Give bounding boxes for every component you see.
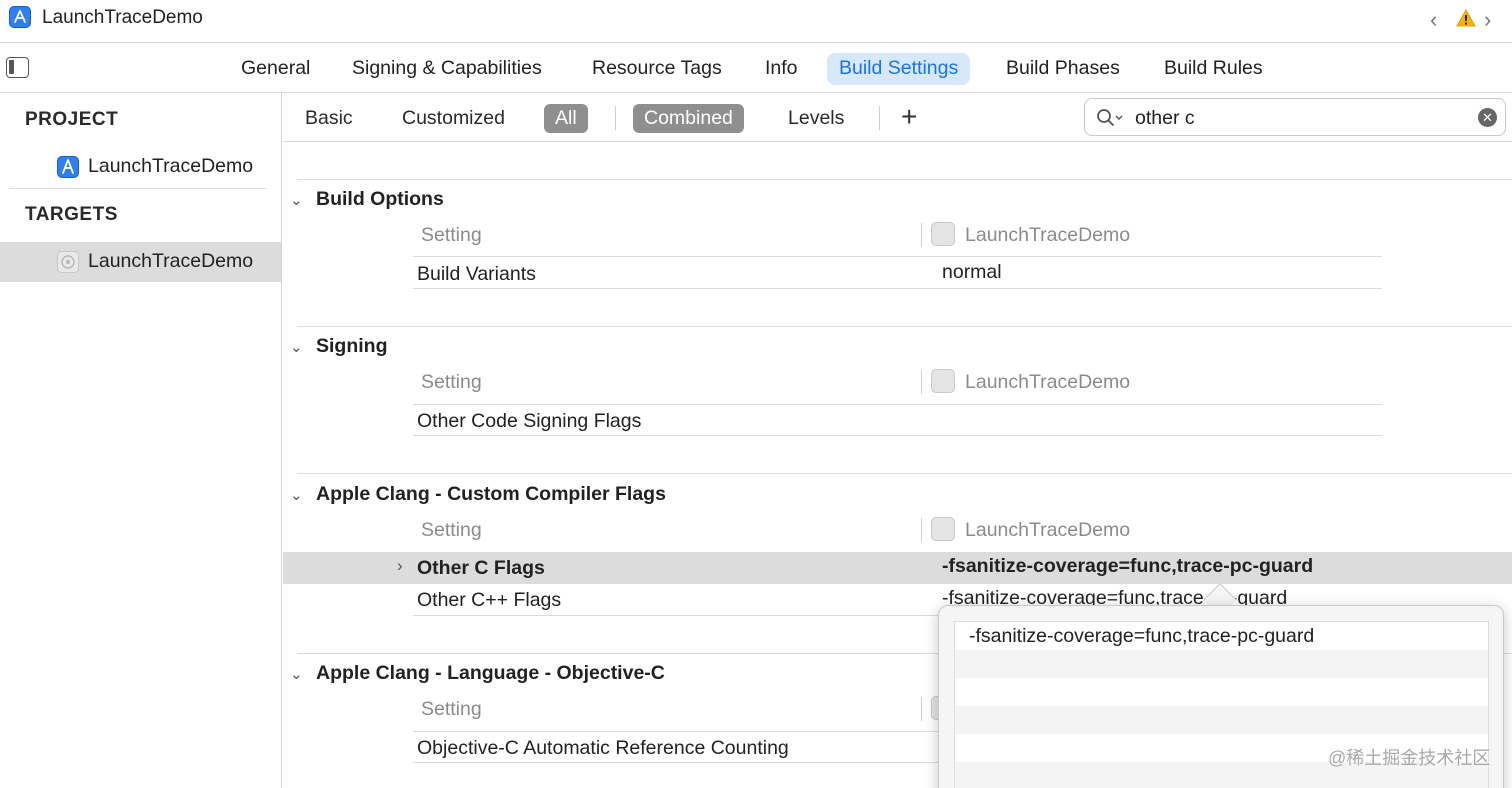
sidebar-item-label: LaunchTraceDemo xyxy=(88,155,254,177)
row-divider xyxy=(413,404,1382,405)
row-divider xyxy=(413,583,1382,584)
filter-combined-button[interactable]: Combined xyxy=(633,104,744,133)
chevron-down-icon[interactable]: ⌄ xyxy=(290,486,303,504)
target-app-icon xyxy=(931,517,955,541)
list-item-text[interactable]: -fsanitize-coverage=func,trace-pc-guard xyxy=(969,625,1314,648)
project-targets-sidebar: PROJECT LaunchTraceDemo TARGETS LaunchTr… xyxy=(0,93,282,788)
tab-general[interactable]: General xyxy=(229,53,322,85)
target-app-icon xyxy=(931,369,955,393)
filter-separator xyxy=(615,106,616,130)
sidebar-item-target[interactable]: LaunchTraceDemo xyxy=(0,242,281,282)
chevron-down-icon[interactable]: ⌄ xyxy=(290,665,303,683)
tab-signing-capabilities[interactable]: Signing & Capabilities xyxy=(340,53,554,85)
warning-icon[interactable] xyxy=(1456,8,1476,32)
setting-value-other-c-flags[interactable]: -fsanitize-coverage=func,trace-pc-guard xyxy=(942,555,1313,578)
column-divider xyxy=(921,518,922,542)
tab-info[interactable]: Info xyxy=(753,53,810,85)
column-divider xyxy=(921,223,922,247)
clear-search-icon[interactable]: ✕ xyxy=(1478,108,1497,127)
tab-resource-tags[interactable]: Resource Tags xyxy=(580,53,734,85)
chevron-left-icon[interactable]: ‹ xyxy=(1430,7,1437,33)
section-divider xyxy=(297,179,1512,180)
setting-name-objc-arc[interactable]: Objective-C Automatic Reference Counting xyxy=(417,737,789,760)
column-divider xyxy=(921,697,922,721)
sidebar-divider xyxy=(9,188,266,189)
tab-build-phases[interactable]: Build Phases xyxy=(994,53,1132,85)
window-title: LaunchTraceDemo xyxy=(42,7,203,28)
setting-name-build-variants[interactable]: Build Variants xyxy=(417,263,536,286)
row-divider xyxy=(413,435,1382,436)
sidebar-item-label: LaunchTraceDemo xyxy=(88,250,254,272)
tab-build-settings[interactable]: Build Settings xyxy=(827,53,971,85)
row-divider xyxy=(413,288,1382,289)
row-divider xyxy=(413,256,1382,257)
sidebar-item-project[interactable]: LaunchTraceDemo xyxy=(0,147,281,187)
section-divider xyxy=(297,473,1512,474)
section-divider xyxy=(297,326,1512,327)
targets-header: TARGETS xyxy=(25,204,118,225)
section-title-signing[interactable]: Signing xyxy=(316,335,388,358)
project-icon xyxy=(57,156,79,178)
chevron-down-icon[interactable]: ⌄ xyxy=(290,338,303,356)
filter-all-button[interactable]: All xyxy=(544,104,588,133)
section-title-build-options[interactable]: Build Options xyxy=(316,188,444,211)
search-input[interactable] xyxy=(1135,105,1465,131)
setting-name-other-code-signing-flags[interactable]: Other Code Signing Flags xyxy=(417,410,641,433)
target-app-icon xyxy=(931,222,955,246)
list-item-empty[interactable] xyxy=(955,706,1488,734)
tab-build-rules[interactable]: Build Rules xyxy=(1152,53,1275,85)
chevron-right-icon[interactable]: › xyxy=(397,556,403,576)
column-header-setting: Setting xyxy=(421,371,482,393)
column-header-setting: Setting xyxy=(421,698,482,720)
column-header-target: LaunchTraceDemo xyxy=(965,371,1131,393)
filter-separator xyxy=(879,106,880,130)
list-item-empty[interactable] xyxy=(955,650,1488,678)
column-header-target: LaunchTraceDemo xyxy=(965,224,1131,246)
app-icon xyxy=(9,6,31,28)
column-header-setting: Setting xyxy=(421,519,482,541)
chevron-right-icon[interactable]: › xyxy=(1484,7,1491,33)
target-app-icon xyxy=(57,251,79,273)
section-title-custom-compiler-flags[interactable]: Apple Clang - Custom Compiler Flags xyxy=(316,483,666,506)
section-title-language-objc[interactable]: Apple Clang - Language - Objective-C xyxy=(316,662,665,685)
column-header-target: LaunchTraceDemo xyxy=(965,519,1131,541)
sidebar-toggle-icon[interactable] xyxy=(6,57,29,78)
setting-name-other-c-flags[interactable]: Other C Flags xyxy=(417,557,545,580)
setting-name-other-cpp-flags[interactable]: Other C++ Flags xyxy=(417,589,561,612)
editor-tab-bar: General Signing & Capabilities Resource … xyxy=(0,43,1512,93)
column-header-setting: Setting xyxy=(421,224,482,246)
list-item[interactable]: -fsanitize-coverage=func,trace-pc-guard xyxy=(955,622,1488,650)
search-icon[interactable] xyxy=(1096,108,1124,133)
add-setting-button[interactable]: + xyxy=(901,101,917,133)
build-settings-filter-bar: Basic Customized All Combined Levels + ✕ xyxy=(283,93,1512,142)
filter-levels-button[interactable]: Levels xyxy=(777,104,855,133)
filter-customized-button[interactable]: Customized xyxy=(391,104,516,133)
project-header: PROJECT xyxy=(25,109,119,130)
search-field[interactable]: ✕ xyxy=(1084,98,1506,136)
list-item-empty[interactable] xyxy=(955,678,1488,706)
watermark: @稀土掘金技术社区 xyxy=(1328,748,1491,768)
column-divider xyxy=(921,370,922,394)
title-bar: LaunchTraceDemo ‹ › xyxy=(0,0,1512,43)
setting-value-build-variants[interactable]: normal xyxy=(942,261,1002,284)
filter-basic-button[interactable]: Basic xyxy=(294,104,364,133)
chevron-down-icon[interactable]: ⌄ xyxy=(290,191,303,209)
